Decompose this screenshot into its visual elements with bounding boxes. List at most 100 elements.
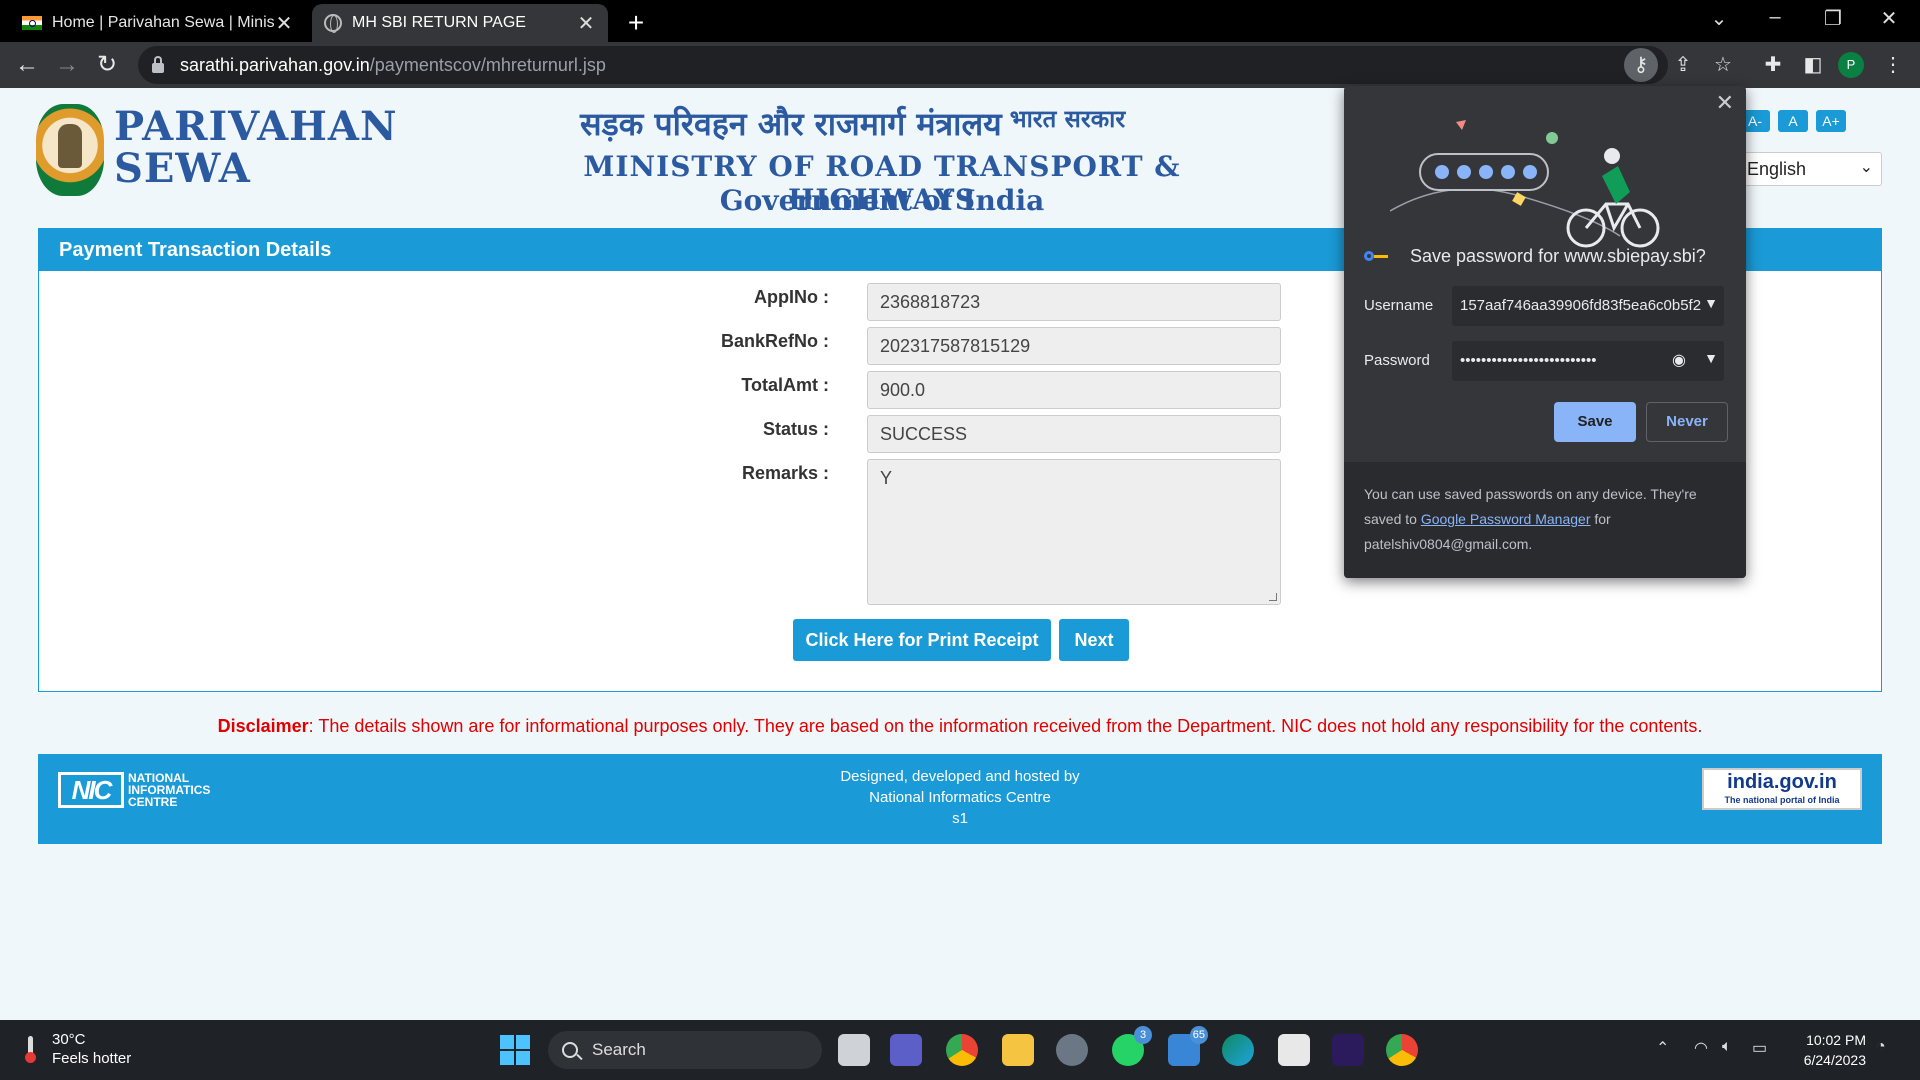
url-path: /paymentscov/mhreturnurl.jsp — [369, 54, 606, 75]
remarks-textarea[interactable]: Y — [867, 459, 1281, 605]
whatsapp-icon[interactable]: 3 — [1112, 1026, 1152, 1066]
dropdown-arrow-icon[interactable]: ▼ — [1704, 350, 1718, 366]
footer-credits: Designed, developed and hosted by Nation… — [38, 766, 1882, 829]
tab-search-icon[interactable]: ⌄ — [1704, 6, 1734, 31]
search-icon — [562, 1042, 578, 1058]
password-illustration — [1390, 120, 1660, 248]
disclaimer-text: : The details shown are for informationa… — [308, 716, 1703, 736]
password-manager-link[interactable]: Google Password Manager — [1421, 511, 1591, 527]
browser-toolbar: ← → ↻ sarathi.parivahan.gov.in/paymentsc… — [0, 42, 1920, 88]
print-receipt-button[interactable]: Click Here for Print Receipt — [793, 619, 1051, 661]
minimize-button[interactable]: – — [1760, 6, 1790, 29]
password-value: •••••••••••••••••••••••••• — [1460, 352, 1597, 369]
india-gov-title: india.gov.in — [1727, 771, 1837, 793]
brand-logo[interactable]: PARIVAHAN SEWA — [114, 106, 398, 190]
wifi-icon[interactable]: ◠ — [1694, 1038, 1708, 1058]
system-clock[interactable]: 10:02 PM 6/24/2023 — [1784, 1030, 1866, 1070]
weather-widget[interactable]: 30°C Feels hotter — [22, 1030, 131, 1068]
time: 10:02 PM — [1806, 1032, 1866, 1048]
close-window-button[interactable]: ✕ — [1874, 6, 1904, 31]
username-value: 157aaf746aa39906fd83f5ea6c0b5f2 — [1460, 297, 1702, 314]
file-explorer-icon[interactable] — [1002, 1034, 1034, 1066]
tab-title: MH SBI RETURN PAGE — [352, 14, 526, 31]
share-icon[interactable]: ⇪ — [1666, 48, 1700, 82]
close-tab-icon[interactable]: ✕ — [274, 11, 294, 36]
next-button[interactable]: Next — [1059, 619, 1129, 661]
settings-gear-icon[interactable] — [1056, 1034, 1088, 1066]
volume-icon[interactable]: 🔈︎ — [1722, 1038, 1732, 1056]
reload-icon[interactable]: ↻ — [92, 50, 122, 80]
temperature: 30°C — [52, 1031, 86, 1048]
language-select[interactable]: English ⌄ — [1738, 152, 1882, 186]
disclaimer: Disclaimer: The details shown are for in… — [0, 716, 1920, 737]
premiere-pro-icon[interactable] — [1332, 1034, 1364, 1066]
dialog-footer: You can use saved passwords on any devic… — [1344, 462, 1746, 578]
footer-line3: s1 — [952, 810, 968, 827]
edge-icon[interactable] — [1222, 1034, 1254, 1066]
language-value: English — [1747, 159, 1807, 179]
totalamt-label: TotalAmt : — [741, 375, 829, 395]
battery-icon[interactable]: ▭ — [1752, 1038, 1767, 1058]
bookmark-star-icon[interactable]: ☆ — [1706, 48, 1740, 82]
font-increase-button[interactable]: A+ — [1816, 110, 1846, 132]
dropdown-arrow-icon[interactable]: ▼ — [1704, 295, 1718, 311]
chrome-profile-icon[interactable] — [1386, 1034, 1418, 1066]
password-field[interactable]: •••••••••••••••••••••••••• ◉ ▼ — [1452, 341, 1724, 381]
mail-icon[interactable]: 65 — [1168, 1026, 1208, 1066]
tab-parivahan-home[interactable]: Home | Parivahan Sewa | Ministry ✕ — [10, 4, 306, 42]
weather-text: Feels hotter — [52, 1050, 132, 1067]
key-icon — [1364, 250, 1390, 264]
chrome-icon[interactable] — [946, 1034, 978, 1066]
eye-icon[interactable]: ◉ — [1672, 350, 1686, 370]
india-gov-subtitle: The national portal of India — [1724, 795, 1840, 805]
dialog-title-text: Save password for www.sbiepay.sbi? — [1410, 246, 1706, 266]
notification-badge: 65 — [1189, 1026, 1208, 1044]
chevron-up-icon[interactable]: ⌃ — [1656, 1038, 1669, 1058]
windows-start-icon[interactable] — [500, 1035, 530, 1065]
appno-field[interactable]: 2368818723 — [867, 283, 1281, 321]
disclaimer-label: Disclaimer — [217, 716, 309, 736]
appno-label: AppINo : — [754, 287, 829, 307]
taskbar-search[interactable]: Search — [548, 1031, 822, 1069]
close-tab-icon[interactable]: ✕ — [576, 11, 596, 36]
india-gov-logo[interactable]: india.gov.in The national portal of Indi… — [1702, 768, 1862, 810]
brand-line1: PARIVAHAN — [114, 103, 398, 150]
close-icon[interactable]: ✕ — [1716, 90, 1734, 116]
tab-title: Home | Parivahan Sewa | Ministry — [52, 14, 274, 31]
restore-button[interactable]: ❐ — [1818, 6, 1848, 31]
task-view-icon[interactable] — [838, 1034, 870, 1066]
menu-icon[interactable]: ⋮ — [1876, 48, 1910, 82]
thermometer-icon — [22, 1034, 38, 1064]
bankrefno-field[interactable]: 202317587815129 — [867, 327, 1281, 365]
teams-icon[interactable] — [890, 1034, 922, 1066]
totalamt-field[interactable]: 900.0 — [867, 371, 1281, 409]
font-normal-button[interactable]: A — [1778, 110, 1808, 132]
remarks-label: Remarks : — [741, 463, 829, 483]
hindi-subtitle: भारत सरकार — [1009, 104, 1126, 133]
bankrefno-label: BankRefNo : — [720, 331, 829, 351]
extensions-icon[interactable]: ✚ — [1756, 48, 1790, 82]
back-icon[interactable]: ← — [12, 50, 42, 80]
dialog-title: Save password for www.sbiepay.sbi? — [1364, 246, 1706, 267]
resize-handle-icon[interactable] — [1269, 593, 1277, 601]
side-panel-icon[interactable]: ◧ — [1796, 48, 1830, 82]
username-field[interactable]: 157aaf746aa39906fd83f5ea6c0b5f2 ▼ — [1452, 286, 1724, 326]
footer: NIC NATIONAL INFORMATICS CENTRE Designed… — [38, 754, 1882, 844]
key-icon[interactable]: ⚷ — [1624, 48, 1658, 82]
avatar[interactable]: P — [1838, 52, 1864, 78]
notification-badge: 3 — [1134, 1026, 1152, 1044]
browser-tab-bar: Home | Parivahan Sewa | Ministry ✕ MH SB… — [0, 0, 1920, 42]
never-save-button[interactable]: Never — [1646, 402, 1728, 442]
address-bar[interactable]: sarathi.parivahan.gov.in/paymentscov/mhr… — [138, 46, 1668, 84]
new-tab-button[interactable]: + — [622, 7, 650, 39]
lock-icon[interactable] — [152, 56, 164, 73]
footer-line2: National Informatics Centre — [869, 789, 1051, 806]
search-placeholder: Search — [592, 1040, 646, 1059]
forward-icon[interactable]: → — [52, 50, 82, 80]
hindi-title: सड़क परिवहन और राजमार्ग मंत्रालय — [580, 105, 1002, 143]
status-field[interactable]: SUCCESS — [867, 415, 1281, 453]
save-password-button[interactable]: Save — [1554, 402, 1636, 442]
store-icon[interactable] — [1278, 1034, 1310, 1066]
tab-mh-sbi-return[interactable]: MH SBI RETURN PAGE ✕ — [312, 4, 608, 42]
notifications-icon[interactable]: ◔ — [1876, 1038, 1886, 1056]
